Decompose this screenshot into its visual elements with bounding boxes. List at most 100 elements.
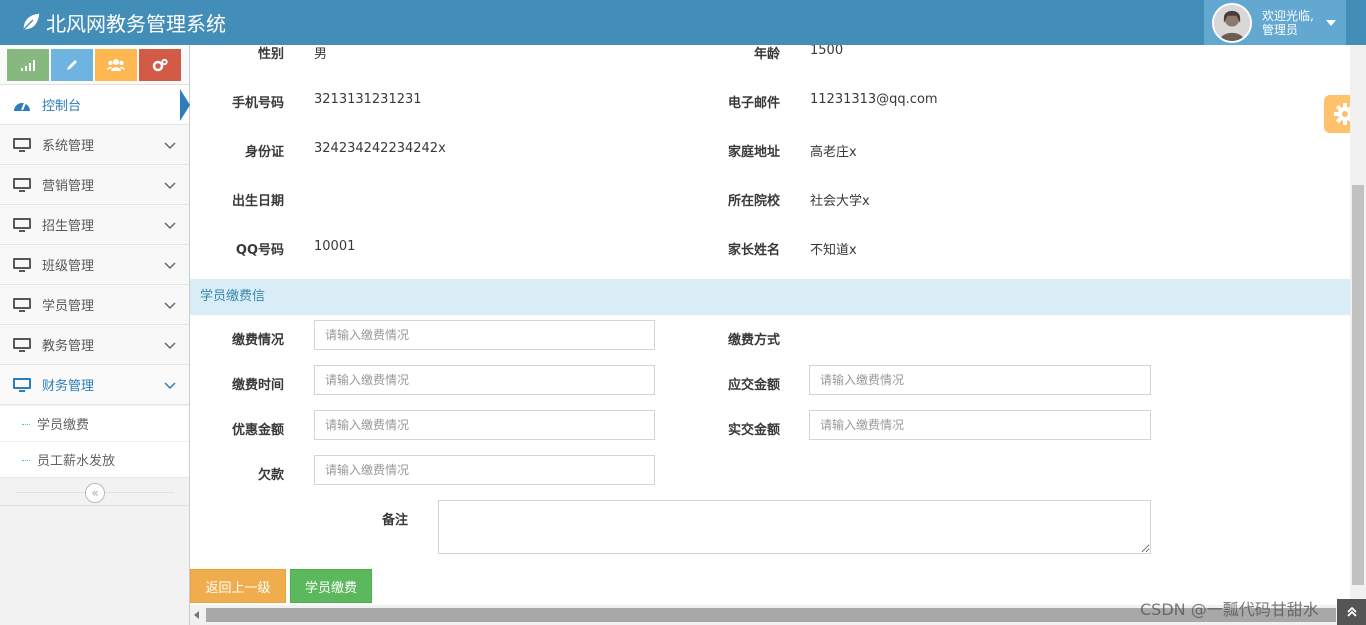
caret-down-icon [1326, 19, 1336, 26]
greeting-text: 欢迎光临, [1262, 8, 1314, 23]
sidebar-item-label: 学员管理 [42, 299, 95, 314]
birth-date-label: 出生日期 [231, 194, 284, 209]
phone-value: 3213131231231 [314, 92, 422, 107]
scroll-to-top-button[interactable] [1337, 599, 1366, 625]
user-menu[interactable]: 欢迎光临, 管理员 [1204, 0, 1346, 45]
sidebar-item-label: 控制台 [42, 99, 82, 114]
chevron-down-icon [164, 181, 176, 189]
leaf-icon [23, 13, 40, 30]
users-icon [107, 59, 125, 71]
chevron-down-icon [164, 141, 176, 149]
sidebar-item-label: 系统管理 [42, 139, 95, 154]
finance-submenu: 学员缴费 员工薪水发放 [0, 405, 189, 478]
app-title: 北风网教务管理系统 [46, 11, 226, 36]
qq-label: QQ号码 [235, 243, 284, 258]
signal-icon [21, 60, 35, 71]
top-navbar: 北风网教务管理系统 欢迎光临, 管理员 [0, 0, 1366, 45]
scroll-left-arrow-icon[interactable] [194, 611, 199, 619]
age-label: 年龄 [753, 47, 780, 62]
vertical-scrollbar[interactable] [1350, 45, 1366, 605]
student-payment-button[interactable]: 学员缴费 [290, 569, 372, 603]
desktop-icon [12, 177, 32, 193]
note-textarea[interactable] [438, 500, 1151, 554]
payment-status-label: 缴费情况 [231, 333, 284, 348]
desktop-icon [12, 297, 32, 313]
amount-paid-label: 实交金额 [727, 423, 780, 438]
desktop-icon [12, 257, 32, 273]
email-value: 11231313@qq.com [810, 92, 938, 107]
gender-label: 性别 [257, 47, 284, 62]
qq-value: 10001 [314, 239, 356, 254]
submenu-item-student-payment[interactable]: 学员缴费 [0, 405, 189, 441]
sidebar-collapse-bar: « [0, 478, 189, 506]
desktop-icon [12, 217, 32, 233]
sidebar-item-label: 营销管理 [42, 179, 95, 194]
sidebar-item-marketing[interactable]: 营销管理 [0, 165, 189, 205]
submenu-item-salary[interactable]: 员工薪水发放 [0, 441, 189, 477]
sidebar-item-dashboard[interactable]: 控制台 [0, 85, 189, 125]
note-label: 备注 [381, 513, 408, 528]
amount-due-label: 应交金额 [727, 378, 780, 393]
shortcut-bar [0, 45, 189, 85]
chevron-down-icon [164, 301, 176, 309]
amount-paid-input[interactable] [809, 410, 1151, 440]
sidebar-item-label: 班级管理 [42, 259, 95, 274]
back-button[interactable]: 返回上一级 [190, 569, 286, 603]
vertical-scroll-thumb[interactable] [1352, 185, 1364, 585]
desktop-icon [12, 337, 32, 353]
users-shortcut-button[interactable] [95, 49, 137, 81]
school-value: 社会大学x [810, 194, 870, 209]
double-chevron-left-icon: « [91, 486, 99, 500]
discount-input[interactable] [314, 410, 655, 440]
pencil-shortcut-button[interactable] [51, 49, 93, 81]
payment-time-input[interactable] [314, 365, 655, 395]
signal-shortcut-button[interactable] [7, 49, 49, 81]
parent-name-value: 不知道x [810, 243, 857, 258]
sidebar-item-class[interactable]: 班级管理 [0, 245, 189, 285]
chevron-down-icon [164, 341, 176, 349]
payment-section-header: 学员缴费信 [190, 279, 1350, 315]
sidebar-item-student[interactable]: 学员管理 [0, 285, 189, 325]
email-label: 电子邮件 [727, 96, 780, 111]
pencil-icon [67, 60, 77, 70]
discount-label: 优惠金额 [231, 423, 284, 438]
double-chevron-up-icon [1346, 606, 1357, 617]
payment-method-label: 缴费方式 [727, 333, 780, 348]
amount-due-input[interactable] [809, 365, 1151, 395]
sidebar-item-enrollment[interactable]: 招生管理 [0, 205, 189, 245]
gender-value: 男 [314, 47, 328, 62]
sidebar-item-academic[interactable]: 教务管理 [0, 325, 189, 365]
desktop-icon [12, 377, 32, 393]
sidebar-item-label: 财务管理 [42, 379, 95, 394]
submenu-item-label: 学员缴费 [37, 418, 90, 433]
chevron-down-icon [164, 381, 176, 389]
chevron-down-icon [164, 261, 176, 269]
collapse-sidebar-button[interactable]: « [85, 483, 105, 503]
cogs-icon [152, 58, 168, 72]
sidebar-item-finance[interactable]: 财务管理 [0, 365, 189, 405]
sidebar: 控制台 系统管理 营销管理 招生管理 班级管理 学员管理 教务管理 财务管理 学… [0, 45, 190, 625]
debt-label: 欠款 [257, 468, 284, 483]
section-title: 学员缴费信 [200, 289, 266, 304]
sidebar-item-system[interactable]: 系统管理 [0, 125, 189, 165]
id-card-label: 身份证 [244, 145, 284, 160]
sidebar-item-label: 教务管理 [42, 339, 95, 354]
submenu-item-label: 员工薪水发放 [37, 454, 116, 469]
parent-name-label: 家长姓名 [727, 243, 780, 258]
payment-time-label: 缴费时间 [231, 378, 284, 393]
phone-label: 手机号码 [231, 96, 284, 111]
brand[interactable]: 北风网教务管理系统 [20, 8, 226, 36]
desktop-icon [12, 137, 32, 153]
id-card-value: 324234242234242x [314, 141, 446, 156]
sidebar-item-label: 招生管理 [42, 219, 95, 234]
payment-status-input[interactable] [314, 320, 655, 350]
tachometer-icon [12, 97, 32, 113]
cogs-shortcut-button[interactable] [139, 49, 181, 81]
avatar [1212, 2, 1252, 43]
user-greeting: 欢迎光临, 管理员 [1262, 9, 1318, 37]
main-content: 性别 男 年龄 1500 手机号码 3213131231231 电子邮件 112… [190, 45, 1350, 605]
debt-input[interactable] [314, 455, 655, 485]
age-value: 1500 [810, 45, 844, 58]
watermark: CSDN @一瓢代码甘甜水 [1140, 600, 1319, 619]
chevron-down-icon [164, 221, 176, 229]
